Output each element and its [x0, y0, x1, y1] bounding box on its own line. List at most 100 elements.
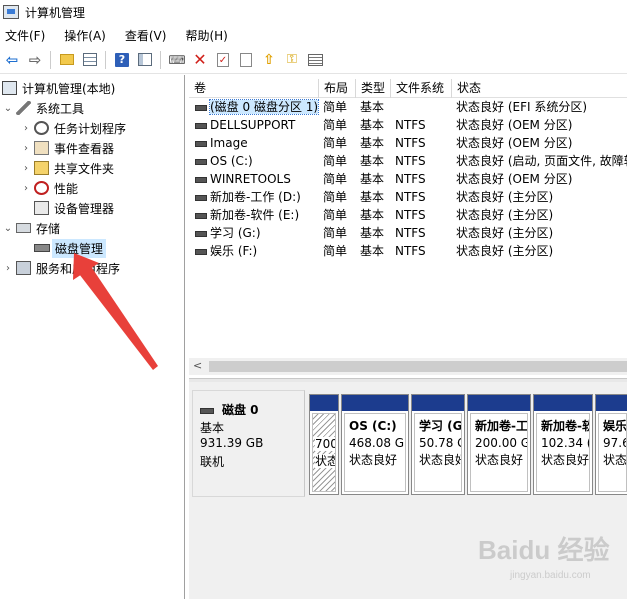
column-header-type[interactable]: 类型 — [356, 79, 391, 98]
volume-status: 状态良好 (启动, 页面文件, 故障转 — [456, 154, 627, 168]
volume-row[interactable]: 新加卷-软件 (E:) 简单 基本 NTFS 状态良好 (主分区) — [189, 206, 627, 224]
partition-name: 新加卷-软 — [541, 419, 590, 433]
volume-row[interactable]: (磁盘 0 磁盘分区 1) 简单 基本 状态良好 (EFI 系统分区) — [189, 98, 627, 116]
volume-row[interactable]: WINRETOOLS 简单 基本 NTFS 状态良好 (OEM 分区) — [189, 170, 627, 188]
disk-type: 基本 — [200, 421, 225, 435]
refresh-icon[interactable] — [237, 51, 255, 69]
volume-row[interactable]: 娱乐 (F:) 简单 基本 NTFS 状态良好 (主分区) — [189, 242, 627, 260]
volume-row[interactable]: Image 简单 基本 NTFS 状态良好 (OEM 分区) — [189, 134, 627, 152]
chevron-down-icon[interactable]: ⌄ — [2, 103, 14, 114]
volume-status: 状态良好 (OEM 分区) — [456, 136, 573, 150]
chevron-right-icon[interactable]: › — [2, 263, 14, 274]
partition-software-e[interactable]: 新加卷-软 102.34 ( 状态良好 — [533, 394, 593, 495]
partition-entertainment-f[interactable]: 娱乐 97.6( 状态良 — [595, 394, 627, 495]
disk-info[interactable]: 磁盘 0 基本 931.39 GB 联机 — [192, 390, 305, 497]
disk-map: 磁盘 0 基本 931.39 GB 联机 700 状态 OS (C:) 468.… — [189, 382, 627, 599]
connect-icon[interactable]: ⌨ — [168, 51, 186, 69]
shared-folder-icon — [34, 161, 49, 175]
chevron-right-icon[interactable]: › — [20, 123, 32, 134]
up-icon[interactable]: ⇧ — [260, 51, 278, 69]
partition-name: 学习 (G — [419, 419, 462, 433]
partition-status: 状态良好 — [349, 453, 398, 467]
tree-item-disk-management[interactable]: 磁盘管理 — [34, 238, 107, 258]
volume-icon — [195, 140, 207, 147]
toolbar-separator — [50, 50, 51, 69]
menu-bar: 文件(F) 操作(A) 查看(V) 帮助(H) — [0, 24, 627, 46]
tree-label: 计算机管理(本地) — [22, 81, 116, 96]
volume-layout: 简单 — [323, 226, 348, 240]
partition-study-g[interactable]: 学习 (G 50.78 G 状态良好 — [411, 394, 465, 495]
volume-name: 新加卷-软件 (E:) — [210, 208, 300, 222]
column-header-filesystem[interactable]: 文件系统 — [391, 79, 452, 98]
partition-efi[interactable]: 700 状态 — [309, 394, 339, 495]
tree-label: 设备管理器 — [54, 201, 115, 216]
action-pane-icon[interactable] — [136, 51, 154, 69]
tree-item-performance[interactable]: › 性能 — [20, 178, 78, 198]
list-icon[interactable] — [306, 51, 324, 69]
up-folder-icon[interactable] — [58, 51, 76, 69]
tree-item-services-applications[interactable]: › 服务和应用程序 — [2, 258, 120, 278]
tree-item-computer-management[interactable]: 计算机管理(本地) — [2, 78, 115, 98]
tree-label: 系统工具 — [36, 101, 85, 116]
volume-icon — [195, 230, 207, 237]
toolbar: ⇦ ⇨ ? ⌨ ✕ ✓ ⇧ ⚿ — [0, 46, 627, 74]
volume-type: 基本 — [360, 190, 385, 204]
volume-row[interactable]: 学习 (G:) 简单 基本 NTFS 状态良好 (主分区) — [189, 224, 627, 242]
volume-layout: 简单 — [323, 244, 348, 258]
chevron-right-icon[interactable]: › — [20, 143, 32, 154]
partition-size: 700 — [315, 437, 336, 451]
back-icon[interactable]: ⇦ — [3, 51, 21, 69]
volume-type: 基本 — [360, 208, 385, 222]
volume-row[interactable]: DELLSUPPORT 简单 基本 NTFS 状态良好 (OEM 分区) — [189, 116, 627, 134]
menu-view[interactable]: 查看(V) — [120, 27, 173, 44]
help-icon[interactable]: ? — [113, 51, 131, 69]
tree-item-system-tools[interactable]: ⌄ 系统工具 — [2, 98, 84, 118]
disk-title: 磁盘 0 — [222, 403, 259, 417]
partition-os-c[interactable]: OS (C:) 468.08 GI 状态良好 — [341, 394, 409, 495]
chevron-right-icon[interactable]: › — [20, 183, 32, 194]
tree-label: 磁盘管理 — [52, 238, 107, 258]
menu-action[interactable]: 操作(A) — [59, 27, 112, 44]
volume-type: 基本 — [360, 118, 385, 132]
chevron-down-icon[interactable]: ⌄ — [2, 223, 14, 234]
volume-list: 卷 布局 类型 文件系统 状态 (磁盘 0 磁盘分区 1) 简单 基本 状态良好… — [189, 75, 627, 378]
tree-item-shared-folders[interactable]: › 共享文件夹 — [20, 158, 114, 178]
scroll-thumb[interactable] — [209, 361, 627, 372]
volume-name: WINRETOOLS — [210, 172, 291, 186]
clock-icon — [34, 121, 49, 135]
volume-status: 状态良好 (主分区) — [456, 226, 554, 240]
properties-icon[interactable]: ✓ — [214, 51, 232, 69]
tree-item-storage[interactable]: ⌄ 存储 — [2, 218, 60, 238]
tree-item-event-viewer[interactable]: › 事件查看器 — [20, 138, 114, 158]
partition-size: 97.6( — [603, 436, 626, 450]
forward-icon[interactable]: ⇨ — [26, 51, 44, 69]
computer-icon — [2, 81, 17, 95]
partition-work-d[interactable]: 新加卷-工 200.00 G 状态良好 — [467, 394, 531, 495]
delete-icon[interactable]: ✕ — [191, 50, 209, 69]
volume-row[interactable]: 新加卷-工作 (D:) 简单 基本 NTFS 状态良好 (主分区) — [189, 188, 627, 206]
volume-layout: 简单 — [323, 100, 348, 114]
volume-filesystem: NTFS — [395, 208, 426, 222]
chevron-right-icon[interactable]: › — [20, 163, 32, 174]
tree-item-device-manager[interactable]: 设备管理器 — [34, 198, 114, 218]
volume-name: Image — [210, 136, 248, 150]
column-header-layout[interactable]: 布局 — [319, 79, 356, 98]
menu-file[interactable]: 文件(F) — [0, 27, 51, 44]
volume-filesystem: NTFS — [395, 172, 426, 186]
volume-name: OS (C:) — [210, 154, 253, 168]
column-header-status[interactable]: 状态 — [452, 79, 627, 98]
window-title: 计算机管理 — [25, 5, 86, 20]
horizontal-scrollbar[interactable]: < — [189, 358, 627, 375]
menu-help[interactable]: 帮助(H) — [180, 27, 233, 44]
key-icon[interactable]: ⚿ — [283, 51, 301, 69]
scroll-left-icon[interactable]: < — [193, 359, 202, 372]
partition-bar — [468, 395, 530, 411]
column-header-volume[interactable]: 卷 — [189, 79, 319, 98]
volume-row[interactable]: OS (C:) 简单 基本 NTFS 状态良好 (启动, 页面文件, 故障转 — [189, 152, 627, 170]
volume-status: 状态良好 (OEM 分区) — [456, 118, 573, 132]
volume-filesystem: NTFS — [395, 244, 426, 258]
tree-item-task-scheduler[interactable]: › 任务计划程序 — [20, 118, 126, 138]
volume-icon — [195, 212, 207, 219]
volume-name: (磁盘 0 磁盘分区 1) — [208, 99, 319, 115]
show-tree-icon[interactable] — [81, 51, 99, 69]
